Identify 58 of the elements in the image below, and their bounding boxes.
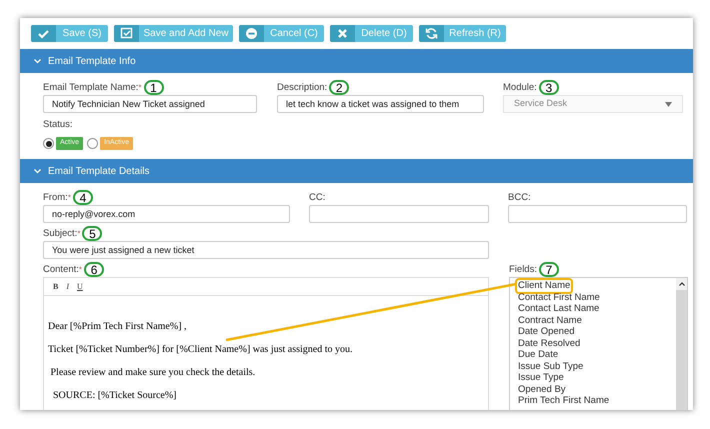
format-button[interactable]: U	[77, 280, 83, 292]
list-item[interactable]: Date Opened	[517, 326, 576, 338]
paragraph: Please review and make sure you check the details.	[50, 366, 256, 380]
paragraph: Dear [%Prim Tech First Name%] ,	[48, 320, 188, 334]
minus-circle-icon	[245, 27, 258, 40]
list-item[interactable]: Date Resolved	[517, 338, 582, 349]
annotation-number: 2	[329, 80, 350, 95]
annotation-number: 6	[84, 262, 104, 277]
list-item[interactable]: Contact First Name	[517, 292, 601, 303]
input-field[interactable]: no-reply@vorex.com	[43, 205, 290, 223]
field-label: From:	[43, 190, 68, 205]
annotation-number: 7	[538, 262, 559, 277]
list-item[interactable]: Issue Type	[517, 372, 565, 384]
section-header[interactable]: Email Template Info	[20, 49, 693, 73]
required-mark: *	[68, 192, 71, 204]
paragraph: SOURCE: [%Ticket Source%]	[52, 389, 178, 403]
input-field[interactable]: You were just assigned a new ticket	[43, 241, 489, 259]
annotation-number: 3	[538, 80, 559, 95]
list-item[interactable]: Prim Tech First Name	[517, 395, 610, 406]
field-label: CC:	[309, 190, 326, 205]
paragraph: Ticket [%Ticket Number%] for [%Client Name%] was just assigned to you.	[48, 343, 354, 357]
format-button[interactable]: I	[66, 280, 70, 292]
annotation-number: 4	[72, 190, 93, 205]
scroll-up-icon[interactable]	[678, 282, 684, 286]
close-icon	[336, 27, 349, 40]
checkbox-icon	[120, 27, 133, 40]
section-header[interactable]: Email Template Details	[20, 159, 693, 183]
check-icon	[37, 27, 50, 40]
required-mark: *	[138, 82, 142, 94]
list-item[interactable]: Opened By	[517, 384, 567, 395]
field-label: BCC:	[508, 190, 531, 205]
format-button[interactable]: B	[53, 280, 58, 292]
field-label: Subject:	[43, 226, 78, 241]
input-field[interactable]: Notify Technician New Ticket assigned	[43, 95, 257, 113]
text-editor[interactable]: B I U Dear [%Prim Tech First Name%] , Ticket [%Ticket Number%] for [%Client Name%] was just assigned to you. Please review and make sure you check the details. SOURCE: [%Ticket Source%]	[43, 277, 489, 410]
input-field[interactable]: let tech know a ticket was assigned to them	[277, 95, 484, 113]
list-item[interactable]: Client Name	[517, 280, 572, 292]
radio-button[interactable]	[87, 138, 98, 149]
refresh-icon	[425, 27, 438, 40]
list-item[interactable]: Issue Sub Type	[517, 360, 584, 372]
input-field[interactable]	[309, 205, 489, 223]
scrollbar[interactable]	[676, 278, 687, 410]
field-label: Description:	[277, 80, 328, 95]
field-label: Module:	[503, 80, 537, 95]
annotation-number: 1	[144, 80, 164, 95]
field-label: Email Template Name:	[43, 80, 138, 95]
caret-icon	[665, 102, 672, 106]
list-item[interactable]: Contact Last Name	[517, 303, 600, 314]
input-field[interactable]	[508, 205, 687, 223]
field-label: Status:	[43, 118, 74, 132]
field-label: Fields:	[509, 262, 537, 277]
list-item[interactable]: Due Date	[517, 349, 560, 360]
required-mark: *	[77, 228, 80, 240]
field-label: Content:	[43, 262, 79, 277]
radio-button[interactable]	[43, 138, 54, 149]
annotation-number: 5	[82, 226, 102, 241]
list-item[interactable]: Contract Name	[517, 314, 583, 326]
required-mark: *	[78, 264, 82, 276]
